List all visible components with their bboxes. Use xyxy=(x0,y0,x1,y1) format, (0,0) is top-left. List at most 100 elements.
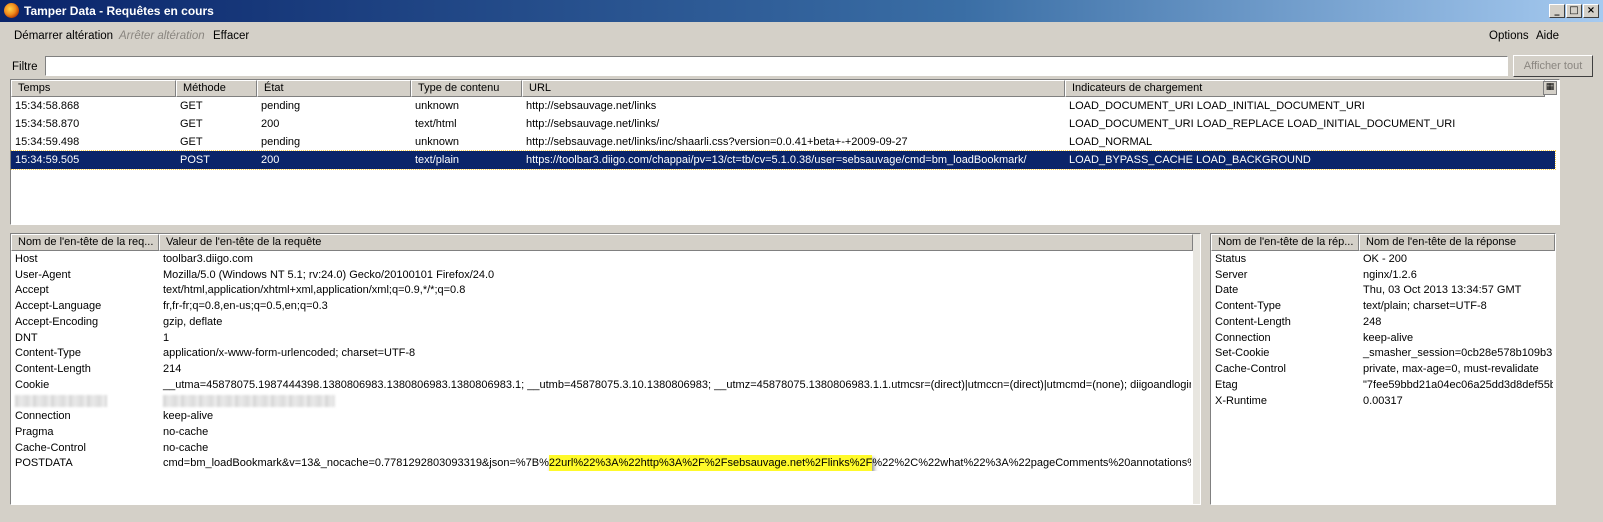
list-item[interactable]: Accept-Language fr,fr-fr;q=0.8,en-us;q=0.… xyxy=(11,298,1191,314)
cell-time: 15:34:58.870 xyxy=(15,118,80,130)
options-menu[interactable]: Options xyxy=(1489,30,1529,42)
scrollbar[interactable] xyxy=(1193,234,1200,504)
header-value: "7fee59bbd21a04ec06a25dd3d8def55b" xyxy=(1363,379,1553,391)
postdata-value: cmd=bm_loadBookmark&v=13&_nocache=0.7781… xyxy=(159,455,1191,471)
header-name: Content-Type xyxy=(1215,300,1282,312)
list-item[interactable]: User-Agent Mozilla/5.0 (Windows NT 5.1; r… xyxy=(11,267,1191,283)
cell-method: POST xyxy=(180,154,210,166)
title-bar[interactable]: Tamper Data - Requêtes en cours _ □ × xyxy=(0,0,1603,22)
header-name: Content-Length xyxy=(1215,316,1291,328)
table-row[interactable]: 15:34:58.870 GET 200 text/html http://se… xyxy=(11,115,1545,133)
cell-load-flags: LOAD_BYPASS_CACHE LOAD_BACKGROUND xyxy=(1069,154,1311,166)
table-row-selected[interactable]: 15:34:59.505 POST 200 text/plain https:/… xyxy=(11,150,1556,170)
header-name: User-Agent xyxy=(15,269,71,281)
list-item-redacted[interactable] xyxy=(11,393,1191,409)
blurred-text xyxy=(163,395,335,408)
maximize-button[interactable]: □ xyxy=(1566,4,1582,18)
header-value: OK - 200 xyxy=(1363,253,1408,265)
header-value: Thu, 03 Oct 2013 13:34:57 GMT xyxy=(1363,284,1522,296)
header-name: Accept-Language xyxy=(15,300,102,312)
list-item-postdata[interactable]: POSTDATA cmd=bm_loadBookmark&v=13&_nocac… xyxy=(11,455,1191,471)
column-header-time[interactable]: Temps xyxy=(11,80,176,97)
header-name: Pragma xyxy=(15,426,54,438)
header-value: no-cache xyxy=(163,442,209,454)
header-name: Server xyxy=(1215,269,1248,281)
list-item[interactable]: Server nginx/1.2.6 xyxy=(1211,267,1555,283)
header-name: Connection xyxy=(15,410,71,422)
list-item[interactable]: X-Runtime 0.00317 xyxy=(1211,393,1555,409)
close-button[interactable]: × xyxy=(1583,4,1599,18)
header-name: Date xyxy=(1215,284,1239,296)
column-header-state[interactable]: État xyxy=(257,80,411,97)
header-name: Content-Type xyxy=(15,347,82,359)
cell-method: GET xyxy=(180,100,203,112)
firefox-icon xyxy=(4,3,19,18)
header-name: Set-Cookie xyxy=(1215,347,1270,359)
column-header-url[interactable]: URL xyxy=(522,80,1065,97)
header-name: DNT xyxy=(15,332,38,344)
column-header-response-value[interactable]: Nom de l'en-tête de la réponse xyxy=(1359,234,1555,251)
column-header-request-value[interactable]: Valeur de l'en-tête de la requête xyxy=(159,234,1193,251)
header-value: _smasher_session=0cb28e578b109b3... xyxy=(1363,347,1553,359)
horizontal-splitter[interactable] xyxy=(0,226,1603,232)
header-value: fr,fr-fr;q=0.8,en-us;q=0.5,en;q=0.3 xyxy=(163,300,328,312)
list-item[interactable]: Pragma no-cache xyxy=(11,424,1191,440)
request-headers-panel: Nom de l'en-tête de la req... Valeur de … xyxy=(10,233,1201,505)
list-item[interactable]: Host toolbar3.diigo.com xyxy=(11,251,1191,267)
start-tamper-button[interactable]: Démarrer altération xyxy=(14,30,113,42)
header-name-redacted xyxy=(11,393,159,409)
requests-table: Temps Méthode État Type de contenu URL I… xyxy=(10,79,1560,225)
cell-state: 200 xyxy=(261,118,280,130)
column-header-method[interactable]: Méthode xyxy=(176,80,257,97)
header-value: text/html,application/xhtml+xml,applicat… xyxy=(163,284,466,296)
list-item[interactable]: Etag "7fee59bbd21a04ec06a25dd3d8def55b" xyxy=(1211,377,1555,393)
list-item[interactable]: DNT 1 xyxy=(11,330,1191,346)
help-menu[interactable]: Aide xyxy=(1536,30,1559,42)
list-item[interactable]: Connection keep-alive xyxy=(1211,330,1555,346)
postdata-before: cmd=bm_loadBookmark&v=13&_nocache=0.7781… xyxy=(163,457,549,469)
header-name: Etag xyxy=(1215,379,1238,391)
cell-state: 200 xyxy=(261,154,280,166)
list-item[interactable]: Date Thu, 03 Oct 2013 13:34:57 GMT xyxy=(1211,282,1555,298)
cell-url: http://sebsauvage.net/links/ xyxy=(526,118,660,130)
column-header-response-name[interactable]: Nom de l'en-tête de la rép... xyxy=(1211,234,1359,251)
header-name: Cache-Control xyxy=(1215,363,1286,375)
clear-button[interactable]: Effacer xyxy=(213,30,249,42)
list-item[interactable]: Cookie __utma=45878075.1987444398.1380806… xyxy=(11,377,1191,393)
column-header-load-flags[interactable]: Indicateurs de chargement xyxy=(1065,80,1545,97)
filter-input[interactable] xyxy=(45,56,1508,76)
column-header-content-type[interactable]: Type de contenu xyxy=(411,80,522,97)
window-title: Tamper Data - Requêtes en cours xyxy=(24,4,214,18)
list-item[interactable]: Content-Length 248 xyxy=(1211,314,1555,330)
list-item[interactable]: Cache-Control private, max-age=0, must-re… xyxy=(1211,361,1555,377)
list-item[interactable]: Cache-Control no-cache xyxy=(11,440,1191,456)
list-item[interactable]: Accept text/html,application/xhtml+xml,ap… xyxy=(11,282,1191,298)
list-item[interactable]: Status OK - 200 xyxy=(1211,251,1555,267)
column-header-request-name[interactable]: Nom de l'en-tête de la req... xyxy=(11,234,159,251)
minimize-button[interactable]: _ xyxy=(1549,4,1565,18)
stop-tamper-button[interactable]: Arrêter altération xyxy=(119,30,205,42)
response-headers-header: Nom de l'en-tête de la rép... Nom de l'e… xyxy=(1211,234,1555,251)
cell-load-flags: LOAD_DOCUMENT_URI LOAD_REPLACE LOAD_INIT… xyxy=(1069,118,1456,130)
header-name: Host xyxy=(15,253,38,265)
table-row[interactable]: 15:34:59.498 GET pending unknown http://… xyxy=(11,133,1545,151)
list-item[interactable]: Accept-Encoding gzip, deflate xyxy=(11,314,1191,330)
requests-table-header: Temps Méthode État Type de contenu URL I… xyxy=(11,80,1545,97)
list-item[interactable]: Set-Cookie _smasher_session=0cb28e578b109… xyxy=(1211,345,1555,361)
list-item[interactable]: Content-Length 214 xyxy=(11,361,1191,377)
table-row[interactable]: 15:34:58.868 GET pending unknown http://… xyxy=(11,97,1545,115)
vertical-splitter[interactable] xyxy=(1202,233,1209,505)
postdata-after: %22%2C%22what%22%3A%22pageComments%20ann… xyxy=(872,457,1191,469)
header-name: Status xyxy=(1215,253,1247,265)
list-item[interactable]: Content-Type text/plain; charset=UTF-8 xyxy=(1211,298,1555,314)
show-all-button[interactable]: Afficher tout xyxy=(1513,55,1593,77)
cell-method: GET xyxy=(180,118,203,130)
cell-state: pending xyxy=(261,136,301,148)
list-item[interactable]: Connection keep-alive xyxy=(11,408,1191,424)
header-name: Accept xyxy=(15,284,49,296)
header-value: toolbar3.diigo.com xyxy=(163,253,253,265)
list-item[interactable]: Content-Type application/x-www-form-urlen… xyxy=(11,345,1191,361)
cell-time: 15:34:59.505 xyxy=(15,154,80,166)
header-name: Connection xyxy=(1215,332,1271,344)
column-picker-icon[interactable]: ▦ xyxy=(1543,81,1557,95)
